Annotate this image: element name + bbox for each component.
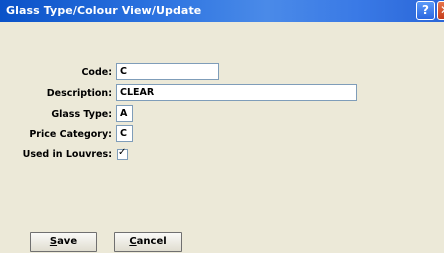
dialog-window: Glass Type/Colour View/Update ? ✕ Code: … xyxy=(0,0,444,253)
check-mark-icon: ✓ xyxy=(118,147,127,158)
glass-type-field[interactable]: A xyxy=(116,105,133,122)
code-field[interactable]: C xyxy=(116,63,219,80)
cancel-mnemonic: C xyxy=(129,236,137,247)
title-bar[interactable]: Glass Type/Colour View/Update ? ✕ xyxy=(0,0,444,22)
save-label: ave xyxy=(57,236,78,247)
description-field[interactable]: CLEAR xyxy=(116,84,357,101)
close-icon: ✕ xyxy=(440,3,444,17)
save-button[interactable]: Save xyxy=(30,232,97,252)
close-button[interactable]: ✕ xyxy=(437,1,444,20)
used-in-louvres-checkbox[interactable]: ✓ xyxy=(117,147,128,160)
cancel-button[interactable]: Cancel xyxy=(114,232,182,252)
used-in-louvres-label: Used in Louvres: xyxy=(22,149,112,160)
price-category-label: Price Category: xyxy=(29,129,112,140)
cancel-label: ancel xyxy=(136,236,167,247)
price-category-field[interactable]: C xyxy=(116,125,133,142)
description-label: Description: xyxy=(46,88,112,99)
help-button[interactable]: ? xyxy=(416,1,435,20)
glass-type-label: Glass Type: xyxy=(51,109,112,120)
code-label: Code: xyxy=(81,67,112,78)
help-icon: ? xyxy=(422,3,429,17)
save-mnemonic: S xyxy=(49,236,58,247)
window-title: Glass Type/Colour View/Update xyxy=(6,4,202,17)
